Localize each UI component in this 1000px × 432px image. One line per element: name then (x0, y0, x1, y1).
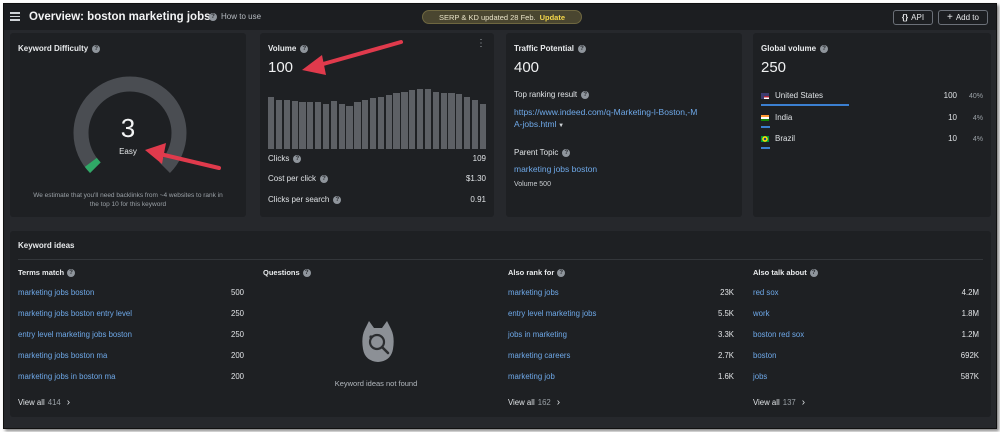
app-window: Overview: boston marketing jobs ? How to… (3, 3, 997, 429)
annotation-arrows (145, 40, 403, 170)
annotation-arrowhead-kd (145, 143, 166, 164)
annotation-arrow-volume (314, 40, 403, 68)
annotation-arrow-kd (158, 152, 221, 170)
annotation-arrowhead-volume (302, 55, 326, 75)
